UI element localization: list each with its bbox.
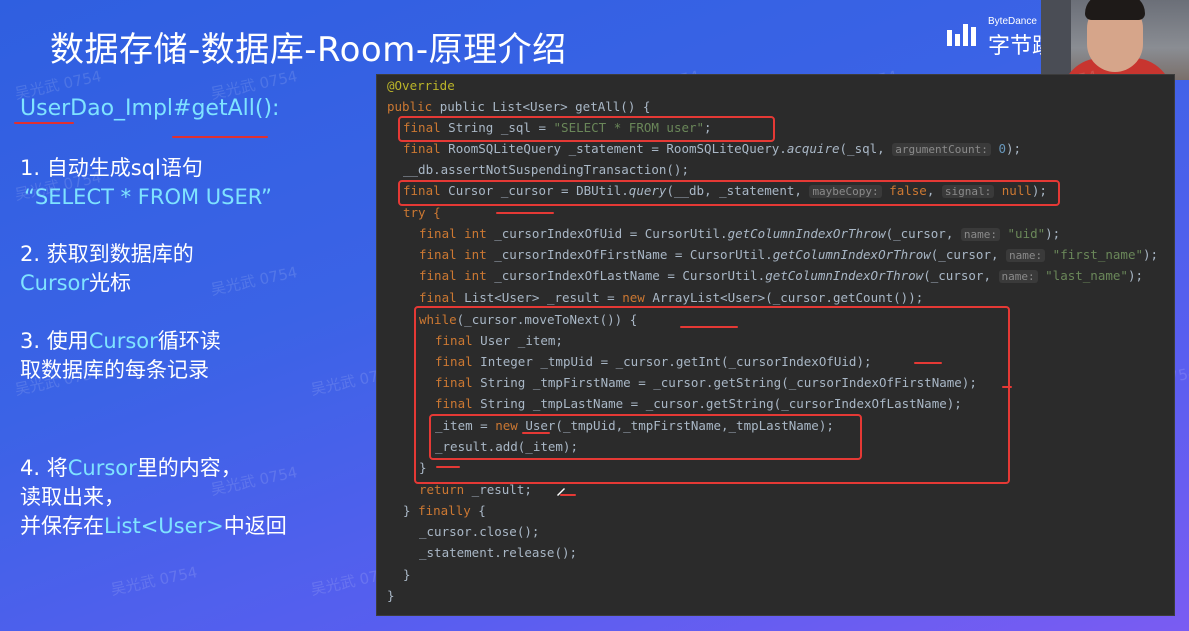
annotation-underline (680, 326, 738, 328)
annotation-underline (496, 212, 554, 214)
highlight-box-cursor (398, 180, 1060, 206)
code-line: _cursor.close(); (419, 524, 540, 539)
method-heading: UserDao_Impl#getAll(): (20, 96, 280, 121)
annotation-underline (172, 136, 268, 138)
code-line: final int _cursorIndexOfFirstName = Curs… (419, 247, 1159, 262)
watermark: 吴光武 0754 (109, 563, 199, 599)
code-line: final List<User> _result = new ArrayList… (419, 290, 924, 305)
highlight-box-add-item (429, 414, 862, 460)
pen-cursor-icon (557, 488, 565, 496)
watermark: 吴光武 0754 (209, 263, 299, 299)
slide-title: 数据存储-数据库-Room-原理介绍 (50, 30, 567, 70)
code-line: } (403, 567, 411, 582)
code-line: } (387, 588, 395, 603)
bytedance-logo-icon (947, 24, 976, 46)
code-line: public public List<User> getAll() { (387, 99, 651, 114)
code-line: final int _cursorIndexOfLastName = Curso… (419, 268, 1143, 283)
brand-name-en: ByteDance (988, 16, 1037, 27)
highlight-box-sql (398, 116, 775, 142)
code-line: __db.assertNotSuspendingTransaction(); (403, 162, 689, 177)
code-line: _statement.release(); (419, 545, 578, 560)
presenter-webcam (1041, 0, 1189, 80)
code-line: @Override (387, 78, 455, 93)
step-2: 2. 获取到数据库的 Cursor光标 (20, 242, 194, 295)
annotation-underline (522, 432, 550, 434)
step-4: 4. 将Cursor里的内容， 读取出来， 并保存在List<User>中返回 (20, 456, 287, 538)
code-line: final int _cursorIndexOfUid = CursorUtil… (419, 226, 1061, 241)
code-line: } finally { (403, 503, 486, 518)
annotation-underline (914, 362, 942, 364)
annotation-underline (1002, 386, 1012, 388)
step-1: 1. 自动生成sql语句 “SELECT * FROM USER” (20, 156, 272, 209)
annotation-underline (14, 122, 74, 124)
annotation-underline (436, 466, 460, 468)
step-3: 3. 使用Cursor循环读 取数据库的每条记录 (20, 329, 221, 382)
